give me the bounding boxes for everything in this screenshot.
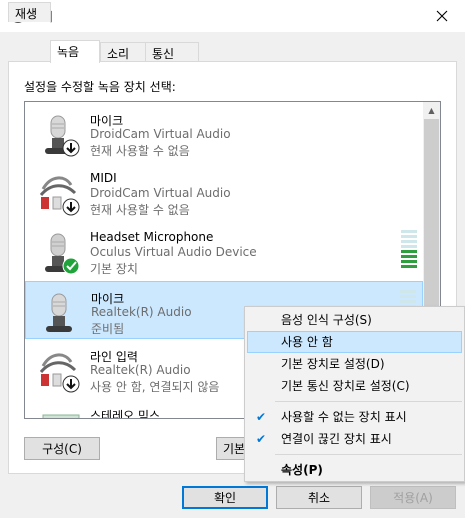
device-driver: DroidCam Virtual Audio (90, 186, 231, 200)
device-name: MIDI (90, 171, 117, 185)
menu-item-label: 연결이 끊긴 장치 표시 (281, 432, 392, 446)
tab-communications[interactable]: 통신 (145, 42, 199, 62)
menu-item-disable[interactable]: 사용 안 함 (247, 331, 462, 353)
device-status: 현재 사용할 수 없음 (90, 203, 190, 217)
microphone-icon (45, 233, 80, 275)
cancel-button[interactable]: 취소 (276, 486, 362, 509)
microphone-icon (45, 115, 80, 157)
level-segment (400, 290, 416, 293)
instruction-label: 설정을 수정할 녹음 장치 선택: (24, 80, 176, 94)
microphone-icon (46, 293, 72, 332)
level-segment (401, 265, 417, 268)
checkmark-icon: ✔ (256, 410, 267, 424)
level-segment (401, 235, 417, 238)
tab-playback[interactable]: 재생 (8, 2, 51, 22)
line-in-cable-icon (39, 176, 80, 216)
tab-sounds[interactable]: 소리 (100, 42, 146, 62)
device-driver: Realtek(R) Audio (90, 363, 191, 377)
menu-item-show-disconnected-devices[interactable]: ✔ 연결이 끊긴 장치 표시 (247, 428, 462, 450)
level-segment (401, 230, 417, 233)
menu-item-speech-recognition[interactable]: 음성 인식 구성(S) (247, 309, 462, 331)
device-status: 준비됨 (91, 322, 125, 336)
level-segment (400, 300, 416, 303)
tab-recording-label: 녹음 (57, 45, 80, 59)
device-driver: Realtek(R) Audio (91, 305, 192, 319)
scroll-up-icon[interactable]: ▲ (423, 102, 440, 119)
title-bar: 소리 (0, 0, 465, 32)
line-in-cable-icon (39, 353, 80, 393)
level-segment (401, 240, 417, 243)
device-status: 사용 안 함, 연결되지 않음 (90, 380, 220, 394)
list-item-device[interactable]: MIDI DroidCam Virtual Audio 현재 사용할 수 없음 (25, 163, 423, 221)
menu-separator (275, 401, 462, 402)
stereo-mix-icon (42, 414, 80, 418)
checkmark-icon: ✔ (256, 432, 267, 446)
level-meter (401, 230, 417, 274)
list-item-device[interactable]: Headset Microphone Oculus Virtual Audio … (25, 222, 423, 280)
menu-item-label: 사용할 수 없는 장치 표시 (281, 410, 407, 424)
menu-item-show-disabled-devices[interactable]: ✔ 사용할 수 없는 장치 표시 (247, 406, 462, 428)
device-driver: DroidCam Virtual Audio (90, 127, 231, 141)
level-segment (401, 255, 417, 258)
context-menu: 음성 인식 구성(S) 사용 안 함 기본 장치로 설정(D) 기본 통신 장치… (244, 306, 465, 482)
apply-button[interactable]: 적용(A) (370, 486, 456, 509)
device-status: 기본 장치 (90, 262, 138, 276)
level-segment (401, 250, 417, 253)
device-driver: Oculus Virtual Audio Device (90, 245, 257, 259)
configure-button[interactable]: 구성(C) (24, 437, 100, 460)
device-name: Headset Microphone (90, 230, 214, 244)
device-status: 현재 사용할 수 없음 (90, 144, 190, 158)
level-segment (401, 260, 417, 263)
level-segment (400, 295, 416, 298)
menu-item-set-default-device[interactable]: 기본 장치로 설정(D) (247, 353, 462, 375)
menu-separator (275, 454, 462, 455)
menu-item-set-default-comm-device[interactable]: 기본 통신 장치로 설정(C) (247, 375, 462, 397)
level-segment (401, 245, 417, 248)
close-button[interactable] (419, 0, 465, 32)
ok-button[interactable]: 확인 (182, 486, 268, 509)
close-icon (436, 10, 448, 22)
tab-recording[interactable]: 녹음 (50, 40, 100, 63)
list-item-device[interactable]: 마이크 DroidCam Virtual Audio 현재 사용할 수 없음 (25, 104, 423, 162)
menu-item-properties[interactable]: 속성(P) (247, 459, 462, 481)
device-name: 스테레오 믹스 (90, 409, 161, 419)
